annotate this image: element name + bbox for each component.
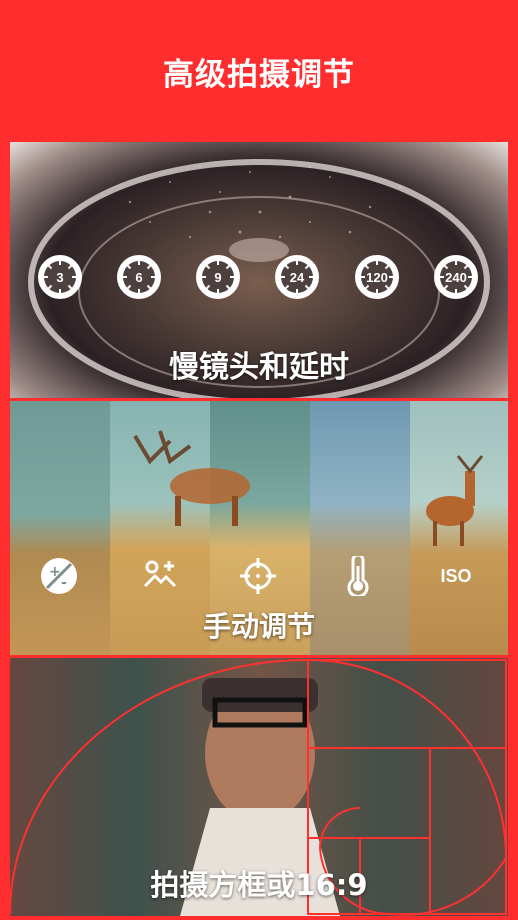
app-screen: 高级拍摄调节 3 6 9 24 120 240 慢镜头和延时 + - ISO 手… (0, 0, 518, 920)
dial-tick (376, 289, 378, 294)
exposure-compensation-icon[interactable]: + - (37, 554, 81, 598)
svg-text:-: - (61, 575, 67, 591)
speed-dial-120[interactable]: 120 (355, 255, 399, 299)
dial-tick (43, 276, 48, 278)
manual-caption: 手动调节 (202, 610, 315, 643)
framing-caption: 拍摄方框或16:9 (150, 868, 368, 902)
dial-tick (296, 260, 298, 265)
speed-dial-3[interactable]: 3 (38, 255, 82, 299)
dial-tick (376, 260, 378, 265)
thermometer-icon[interactable] (336, 554, 380, 598)
dial-tick (360, 276, 365, 278)
dial-tick (217, 289, 219, 294)
dial-tick (230, 276, 235, 278)
speed-options: 3 6 9 24 120 240 (10, 255, 508, 303)
dial-tick (280, 276, 285, 278)
dial-tick (468, 276, 473, 278)
dial-tick (59, 289, 61, 294)
iso-icon[interactable]: ISO (434, 554, 478, 598)
dial-tick (309, 276, 314, 278)
svg-text:+: + (49, 564, 61, 580)
page-title: 高级拍摄调节 (163, 56, 355, 93)
speed-dial-24[interactable]: 24 (275, 255, 319, 299)
speed-dial-240[interactable]: 240 (434, 255, 478, 299)
dial-tick (389, 276, 394, 278)
dial-tick (138, 260, 140, 265)
crosshair-icon[interactable] (236, 554, 280, 598)
dial-tick (151, 276, 156, 278)
dial-tick (59, 260, 61, 265)
slow-motion-caption: 慢镜头和延时 (169, 350, 349, 385)
header: 高级拍摄调节 (0, 0, 518, 142)
dial-tick (72, 276, 77, 278)
dial-tick (138, 289, 140, 294)
dial-tick (455, 260, 457, 265)
framing-panel[interactable]: 拍摄方框或16:9 (10, 658, 508, 916)
dial-tick (217, 260, 219, 265)
focus-landscape-icon[interactable] (138, 554, 182, 598)
dial-tick (296, 289, 298, 294)
iso-label: ISO (440, 565, 472, 586)
speed-dial-9[interactable]: 9 (196, 255, 240, 299)
dial-tick (201, 276, 206, 278)
dial-tick (439, 276, 444, 278)
slow-motion-panel[interactable]: 3 6 9 24 120 240 慢镜头和延时 (10, 142, 508, 398)
dial-tick (122, 276, 127, 278)
manual-controls-panel[interactable]: + - ISO 手动调节 (10, 401, 508, 655)
speed-dial-6[interactable]: 6 (117, 255, 161, 299)
dial-tick (455, 289, 457, 294)
